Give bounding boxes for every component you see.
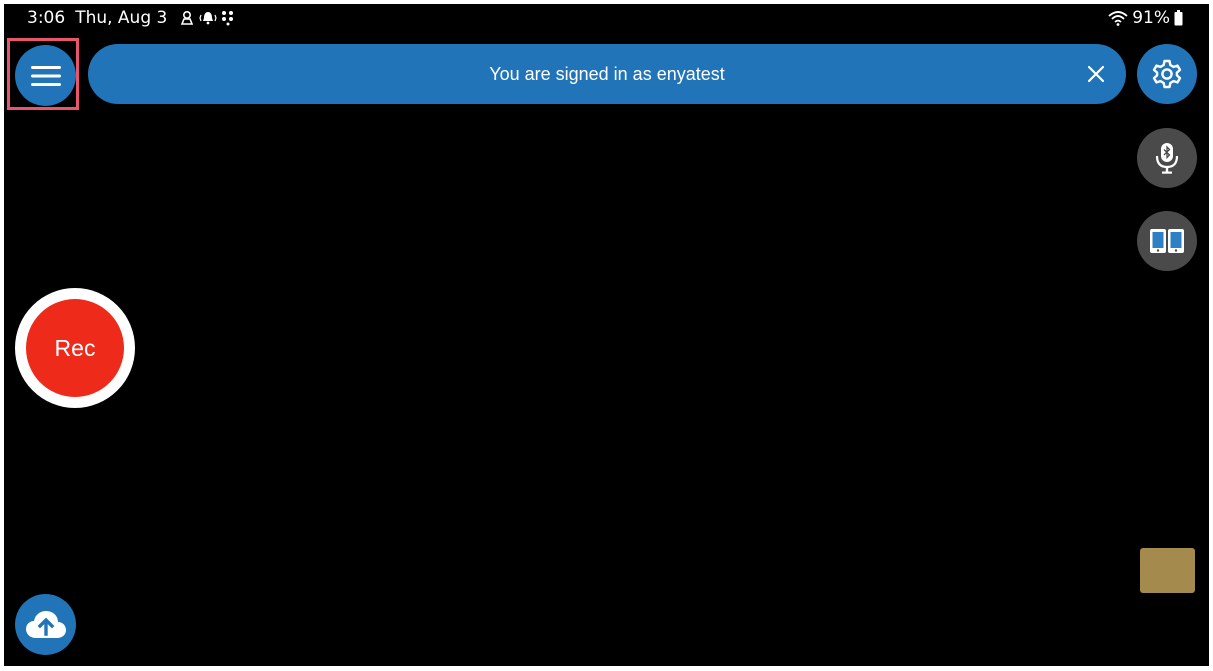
record-button-inner: Rec: [26, 299, 124, 397]
upload-button[interactable]: [15, 594, 76, 655]
dots-icon: [221, 10, 235, 26]
status-bar: 3:06 Thu, Aug 3 91%: [4, 4, 1209, 34]
split-view-button[interactable]: [1137, 211, 1197, 271]
bluetooth-microphone-icon: [1155, 143, 1179, 174]
gear-icon: [1152, 59, 1182, 89]
close-icon: [1087, 65, 1105, 83]
status-time: 3:06: [27, 8, 66, 28]
record-button[interactable]: Rec: [15, 288, 135, 408]
banner-message: You are signed in as enyatest: [489, 63, 725, 84]
last-capture-thumbnail[interactable]: [1140, 548, 1195, 593]
signin-banner: You are signed in as enyatest: [88, 44, 1126, 104]
dual-tablet-icon: [1150, 229, 1184, 253]
status-notification-icons: [179, 10, 235, 26]
wifi-icon: [1108, 10, 1128, 26]
status-date: Thu, Aug 3: [75, 8, 168, 28]
camera-screen: 3:06 Thu, Aug 3 91% You are signed in as…: [4, 4, 1209, 666]
location-person-icon: [179, 10, 195, 26]
bluetooth-mic-button[interactable]: [1137, 128, 1197, 188]
cloud-upload-icon: [25, 610, 66, 638]
menu-button[interactable]: [15, 45, 76, 106]
status-left: 3:06 Thu, Aug 3: [27, 8, 235, 28]
hamburger-menu-icon: [30, 65, 61, 86]
settings-button[interactable]: [1137, 44, 1197, 104]
battery-percent: 91%: [1132, 8, 1170, 28]
battery-icon: [1174, 10, 1183, 26]
record-label: Rec: [54, 334, 96, 361]
banner-close-button[interactable]: [1080, 58, 1112, 90]
vibrate-bell-icon: [199, 10, 217, 26]
status-right: 91%: [1108, 8, 1183, 28]
